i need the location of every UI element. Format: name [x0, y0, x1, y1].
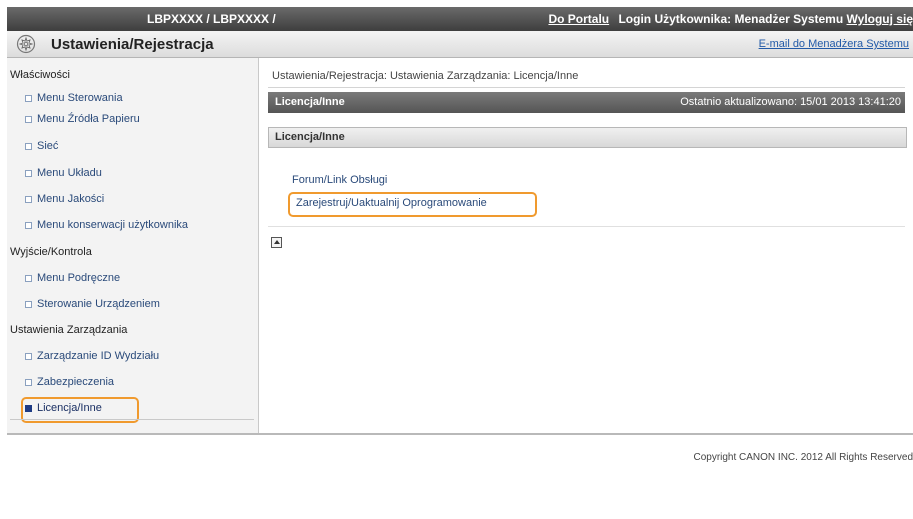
sidebar-section-management: Ustawienia Zarządzania	[10, 324, 128, 336]
copyright-text: Copyright CANON INC. 2012 All Rights Res…	[693, 452, 913, 463]
portal-link[interactable]: Do Portalu	[548, 12, 609, 26]
gear-icon	[16, 34, 36, 54]
sidebar-section-output: Wyjście/Kontrola	[10, 246, 92, 258]
breadcrumb: Ustawienia/Rejestracja: Ustawienia Zarzą…	[272, 70, 579, 82]
sidebar-item-user-maintenance[interactable]: Menu konserwacji użytkownika	[25, 219, 188, 231]
bullet-icon	[25, 352, 32, 360]
product-name: LBPXXXX / LBPXXXX /	[147, 12, 276, 26]
top-links: Do Portalu Login Użytkownika: Menadżer S…	[548, 12, 913, 26]
content-separator	[268, 226, 905, 227]
bullet-icon	[25, 94, 32, 102]
bullet-icon	[25, 115, 32, 123]
bullet-icon	[25, 404, 32, 412]
sidebar-item-utility-menu[interactable]: Menu Podręczne	[25, 272, 120, 284]
main-panel: Ustawienia/Rejestracja: Ustawienia Zarzą…	[268, 58, 913, 433]
sidebar-section-properties: Właściwości	[10, 69, 70, 81]
breadcrumb-divider	[268, 87, 905, 88]
last-updated: Ostatnio aktualizowano: 15/01 2013 13:41…	[680, 96, 901, 108]
sidebar-item-control-menu[interactable]: Menu Sterowania	[25, 92, 123, 104]
title-bar: Ustawienia/Rejestracja E-mail do Menadże…	[7, 31, 913, 58]
bullet-icon	[25, 169, 32, 177]
register-update-software-link[interactable]: Zarejestruj/Uaktualnij Oprogramowanie	[296, 197, 487, 209]
sidebar-item-device-control[interactable]: Sterowanie Urządzeniem	[25, 298, 160, 310]
page-header: Licencja/Inne Ostatnio aktualizowano: 15…	[268, 92, 905, 113]
support-forum-link[interactable]: Forum/Link Obsługi	[292, 174, 387, 186]
bullet-icon	[25, 142, 32, 150]
page-header-title: Licencja/Inne	[275, 96, 345, 108]
bullet-icon	[25, 300, 32, 308]
sidebar-item-paper-source[interactable]: Menu Źródła Papieru	[25, 113, 140, 125]
sidebar-item-network[interactable]: Sieć	[25, 140, 58, 152]
email-admin-link[interactable]: E-mail do Menadżera Systemu	[759, 38, 909, 50]
login-info: Login Użytkownika: Menadżer Systemu	[618, 12, 844, 26]
sidebar-item-security[interactable]: Zabezpieczenia	[25, 376, 114, 388]
bullet-icon	[25, 195, 32, 203]
section-header-title: Licencja/Inne	[275, 131, 345, 143]
sidebar: Właściwości Menu Sterowania Menu Źródła …	[7, 58, 259, 433]
sidebar-item-license-other[interactable]: Licencja/Inne	[25, 402, 102, 414]
sidebar-divider	[10, 419, 254, 420]
sidebar-item-department-id[interactable]: Zarządzanie ID Wydziału	[25, 350, 159, 362]
content-area: Właściwości Menu Sterowania Menu Źródła …	[7, 58, 913, 435]
page-frame: LBPXXXX / LBPXXXX / Do Portalu Login Uży…	[7, 7, 913, 435]
sidebar-item-quality[interactable]: Menu Jakości	[25, 193, 104, 205]
bullet-icon	[25, 378, 32, 386]
bullet-icon	[25, 221, 32, 229]
section-header: Licencja/Inne	[268, 127, 907, 148]
logout-link[interactable]: Wyloguj się	[847, 12, 913, 26]
page-title: Ustawienia/Rejestracja	[51, 36, 214, 53]
sidebar-item-layout[interactable]: Menu Układu	[25, 167, 102, 179]
top-bar: LBPXXXX / LBPXXXX / Do Portalu Login Uży…	[7, 7, 913, 31]
bullet-icon	[25, 274, 32, 282]
scroll-to-top-icon[interactable]	[271, 237, 282, 248]
